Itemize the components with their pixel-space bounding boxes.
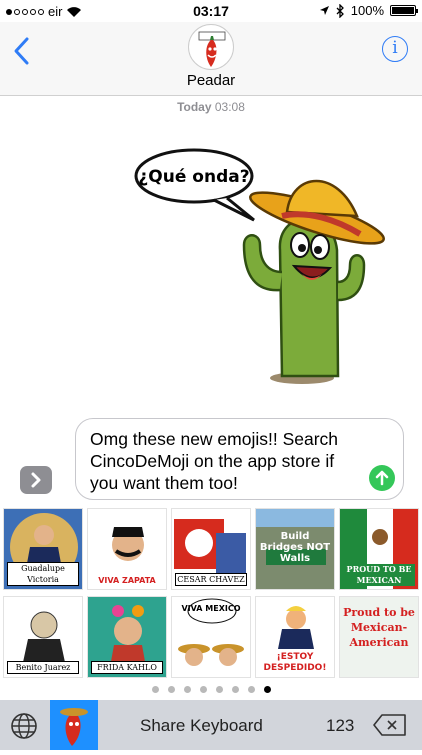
sticker-caption: ¡ESTOY DESPEDIDO! <box>263 652 327 673</box>
sticker-tile[interactable]: Proud to be Mexican-American <box>339 596 419 678</box>
battery-icon <box>390 5 418 16</box>
timestamp-time: 03:08 <box>214 100 245 114</box>
page-dot[interactable] <box>167 686 175 693</box>
page-dot[interactable] <box>151 686 159 693</box>
expand-apps-button[interactable] <box>20 466 52 494</box>
sticker-tile[interactable]: VIVA ZAPATA <box>87 508 167 590</box>
sticker-caption: Benito Juarez <box>7 661 79 674</box>
page-indicator[interactable] <box>0 686 422 696</box>
sticker-grid: Guadalupe Victoria VIVA ZAPATA CESAR CHA… <box>0 506 422 682</box>
page-dot[interactable] <box>231 686 239 693</box>
send-button[interactable] <box>369 465 395 491</box>
sticker-speech-text: ¿Qué onda? <box>138 167 249 187</box>
status-bar: eir 03:17 100% <box>0 0 422 22</box>
sticker-caption: Build Bridges NOT Walls <box>259 531 331 564</box>
cactus-sticker[interactable]: ¿Qué onda? <box>132 140 410 388</box>
sticker-tile[interactable]: FRIDA KAHLO <box>87 596 167 678</box>
globe-icon[interactable] <box>10 712 38 740</box>
sticker-caption: PROUD TO BE MEXICAN <box>343 564 415 586</box>
page-dot[interactable] <box>199 686 207 693</box>
page-dot[interactable] <box>215 686 223 693</box>
share-keyboard-button[interactable]: Share Keyboard <box>140 716 263 736</box>
message-draft-text: Omg these new emojis!! Search CincoDeMoj… <box>90 429 339 493</box>
back-chevron-icon[interactable] <box>12 36 32 66</box>
sticker-caption: VIVA MEXICO <box>181 604 241 613</box>
sticker-tile[interactable]: Guadalupe Victoria <box>3 508 83 590</box>
message-input[interactable]: Omg these new emojis!! Search CincoDeMoj… <box>75 418 404 500</box>
delete-icon[interactable] <box>372 713 408 737</box>
sticker-caption: Guadalupe Victoria <box>7 562 79 586</box>
contact-name[interactable]: Peadar <box>0 72 422 89</box>
sticker-caption: VIVA ZAPATA <box>91 575 163 586</box>
conversation-header: Peadar i <box>0 22 422 96</box>
sticker-tile[interactable]: Build Bridges NOT Walls <box>255 508 335 590</box>
sticker-tile[interactable]: CESAR CHAVEZ <box>171 508 251 590</box>
page-dot[interactable] <box>247 686 255 693</box>
contact-avatar[interactable] <box>188 24 234 70</box>
sticker-caption: Proud to be Mexican-American <box>343 606 415 649</box>
chili-icon <box>60 708 88 746</box>
sticker-caption: FRIDA KAHLO <box>91 661 163 674</box>
numbers-key[interactable]: 123 <box>326 716 354 736</box>
page-dot[interactable] <box>183 686 191 693</box>
page-dot[interactable] <box>263 686 271 693</box>
arrow-up-icon <box>375 470 389 486</box>
battery-percent: 100% <box>350 3 384 18</box>
sticker-tile[interactable]: ¡ESTOY DESPEDIDO! <box>255 596 335 678</box>
keyboard-bar: Share Keyboard 123 <box>0 700 422 750</box>
timestamp-day: Today <box>177 100 212 114</box>
location-icon <box>319 6 329 15</box>
info-button[interactable]: i <box>382 36 408 62</box>
sticker-tile[interactable]: VIVA MEXICO <box>171 596 251 678</box>
sticker-tile[interactable]: Benito Juarez <box>3 596 83 678</box>
message-timestamp: Today 03:08 <box>0 100 422 114</box>
sticker-caption: CESAR CHAVEZ <box>175 573 247 586</box>
chevron-right-icon <box>31 472 41 488</box>
app-icon-chili[interactable] <box>50 700 98 750</box>
sticker-tile[interactable]: PROUD TO BE MEXICAN <box>339 508 419 590</box>
bluetooth-icon <box>336 3 344 18</box>
